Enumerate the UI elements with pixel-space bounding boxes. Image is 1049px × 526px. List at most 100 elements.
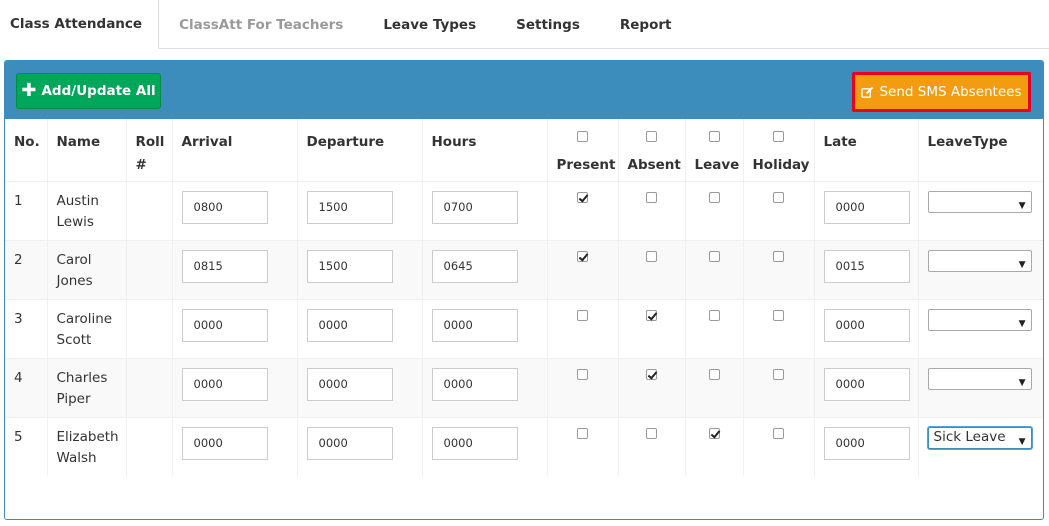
table-header-row: No. Name Roll # Arrival Departure Hours …	[5, 119, 1043, 181]
leave-cell	[685, 299, 744, 358]
col-departure: Departure	[297, 119, 423, 181]
hours-input[interactable]: 0000	[431, 426, 518, 460]
present-cell	[547, 358, 619, 417]
absent-select-all-checkbox[interactable]	[646, 131, 657, 142]
arrival-input[interactable]: 0000	[181, 367, 268, 401]
absent-checkbox[interactable]	[646, 250, 657, 262]
roll-number	[126, 240, 173, 299]
absent-checkbox[interactable]	[646, 368, 657, 380]
leave-checkbox[interactable]	[708, 368, 720, 380]
edit-icon	[861, 86, 874, 98]
departure-cell: 0000	[297, 299, 423, 358]
holiday-checkbox[interactable]	[773, 309, 784, 321]
absent-checkbox[interactable]	[646, 191, 657, 203]
leavetype-cell	[918, 240, 1043, 299]
tab-report[interactable]: Report	[600, 0, 692, 49]
leavetype-cell	[918, 299, 1043, 358]
late-cell: 0000	[814, 299, 919, 358]
student-name: Carol Jones	[47, 240, 127, 299]
arrival-cell: 0000	[172, 299, 298, 358]
send-sms-absentees-button[interactable]: Send SMS Absentees	[852, 72, 1031, 112]
holiday-checkbox[interactable]	[773, 368, 784, 380]
tab-classatt-for-teachers[interactable]: ClassAtt For Teachers	[159, 0, 363, 49]
tab-leave-types[interactable]: Leave Types	[363, 0, 496, 49]
holiday-cell	[743, 417, 815, 476]
late-cell: 0000	[814, 181, 919, 240]
leavetype-select[interactable]	[927, 190, 1032, 217]
col-name: Name	[47, 119, 127, 181]
hours-input[interactable]: 0000	[431, 367, 518, 401]
absent-cell	[618, 358, 686, 417]
hours-input[interactable]: 0645	[431, 249, 518, 283]
col-holiday-label: Holiday	[752, 157, 810, 173]
absent-cell	[618, 417, 686, 476]
col-no: No.	[5, 119, 48, 181]
holiday-checkbox[interactable]	[773, 427, 784, 439]
departure-input[interactable]: 0000	[306, 367, 393, 401]
hours-input[interactable]: 0700	[431, 190, 518, 224]
late-input[interactable]: 0015	[823, 249, 910, 283]
student-name: Austin Lewis	[47, 181, 127, 240]
present-checkbox[interactable]	[577, 368, 588, 380]
departure-cell: 0000	[297, 417, 423, 476]
departure-input[interactable]: 0000	[306, 426, 393, 460]
leave-select-all-checkbox[interactable]	[708, 131, 720, 142]
tab-settings[interactable]: Settings	[496, 0, 600, 49]
leavetype-select[interactable]	[927, 308, 1032, 335]
holiday-cell	[743, 240, 815, 299]
absent-checkbox[interactable]	[646, 427, 657, 439]
attendance-panel: ✚ Add/Update All Send SMS Absentees No. …	[4, 60, 1044, 520]
tab-class-attendance[interactable]: Class Attendance	[0, 0, 160, 49]
row-number: 4	[5, 358, 48, 417]
hours-input[interactable]: 0000	[431, 308, 518, 342]
leave-checkbox[interactable]	[708, 191, 720, 203]
leavetype-cell	[918, 181, 1043, 240]
present-cell	[547, 299, 619, 358]
leavetype-select[interactable]	[927, 249, 1032, 276]
present-checkbox[interactable]	[577, 309, 588, 321]
add-update-all-label: Add/Update All	[41, 83, 156, 99]
leave-cell	[685, 181, 744, 240]
present-checkbox[interactable]	[577, 250, 588, 262]
send-sms-absentees-label: Send SMS Absentees	[879, 84, 1022, 100]
departure-input[interactable]: 0000	[306, 308, 393, 342]
panel-header: ✚ Add/Update All Send SMS Absentees	[5, 61, 1043, 119]
departure-cell: 1500	[297, 181, 423, 240]
leavetype-cell	[918, 358, 1043, 417]
late-input[interactable]: 0000	[823, 367, 910, 401]
holiday-checkbox[interactable]	[773, 191, 784, 203]
row-number: 5	[5, 417, 48, 476]
arrival-input[interactable]: 0800	[181, 190, 268, 224]
col-present: Present	[547, 119, 619, 181]
late-input[interactable]: 0000	[823, 308, 910, 342]
row-number: 1	[5, 181, 48, 240]
leavetype-select[interactable]	[927, 367, 1032, 394]
tab-bar: Class Attendance ClassAtt For Teachers L…	[0, 0, 1049, 49]
absent-cell	[618, 181, 686, 240]
leave-checkbox[interactable]	[708, 309, 720, 321]
present-checkbox[interactable]	[577, 427, 588, 439]
add-update-all-button[interactable]: ✚ Add/Update All	[16, 73, 161, 109]
arrival-input[interactable]: 0000	[181, 308, 268, 342]
late-input[interactable]: 0000	[823, 190, 910, 224]
leave-checkbox[interactable]	[708, 427, 720, 439]
present-checkbox[interactable]	[577, 191, 588, 203]
absent-checkbox[interactable]	[646, 309, 657, 321]
leavetype-select[interactable]: Sick Leave	[927, 426, 1032, 453]
arrival-input[interactable]: 0000	[181, 426, 268, 460]
holiday-checkbox[interactable]	[773, 250, 784, 262]
late-input[interactable]: 0000	[823, 426, 910, 460]
leave-checkbox[interactable]	[708, 250, 720, 262]
holiday-select-all-checkbox[interactable]	[773, 131, 784, 142]
attendance-table: No. Name Roll # Arrival Departure Hours …	[5, 119, 1043, 476]
arrival-cell: 0815	[172, 240, 298, 299]
present-select-all-checkbox[interactable]	[577, 131, 588, 142]
col-leave-label: Leave	[694, 157, 740, 173]
departure-input[interactable]: 1500	[306, 249, 393, 283]
arrival-input[interactable]: 0815	[181, 249, 268, 283]
col-arrival: Arrival	[172, 119, 298, 181]
leave-cell	[685, 417, 744, 476]
arrival-cell: 0800	[172, 181, 298, 240]
roll-number	[126, 299, 173, 358]
departure-input[interactable]: 1500	[306, 190, 393, 224]
